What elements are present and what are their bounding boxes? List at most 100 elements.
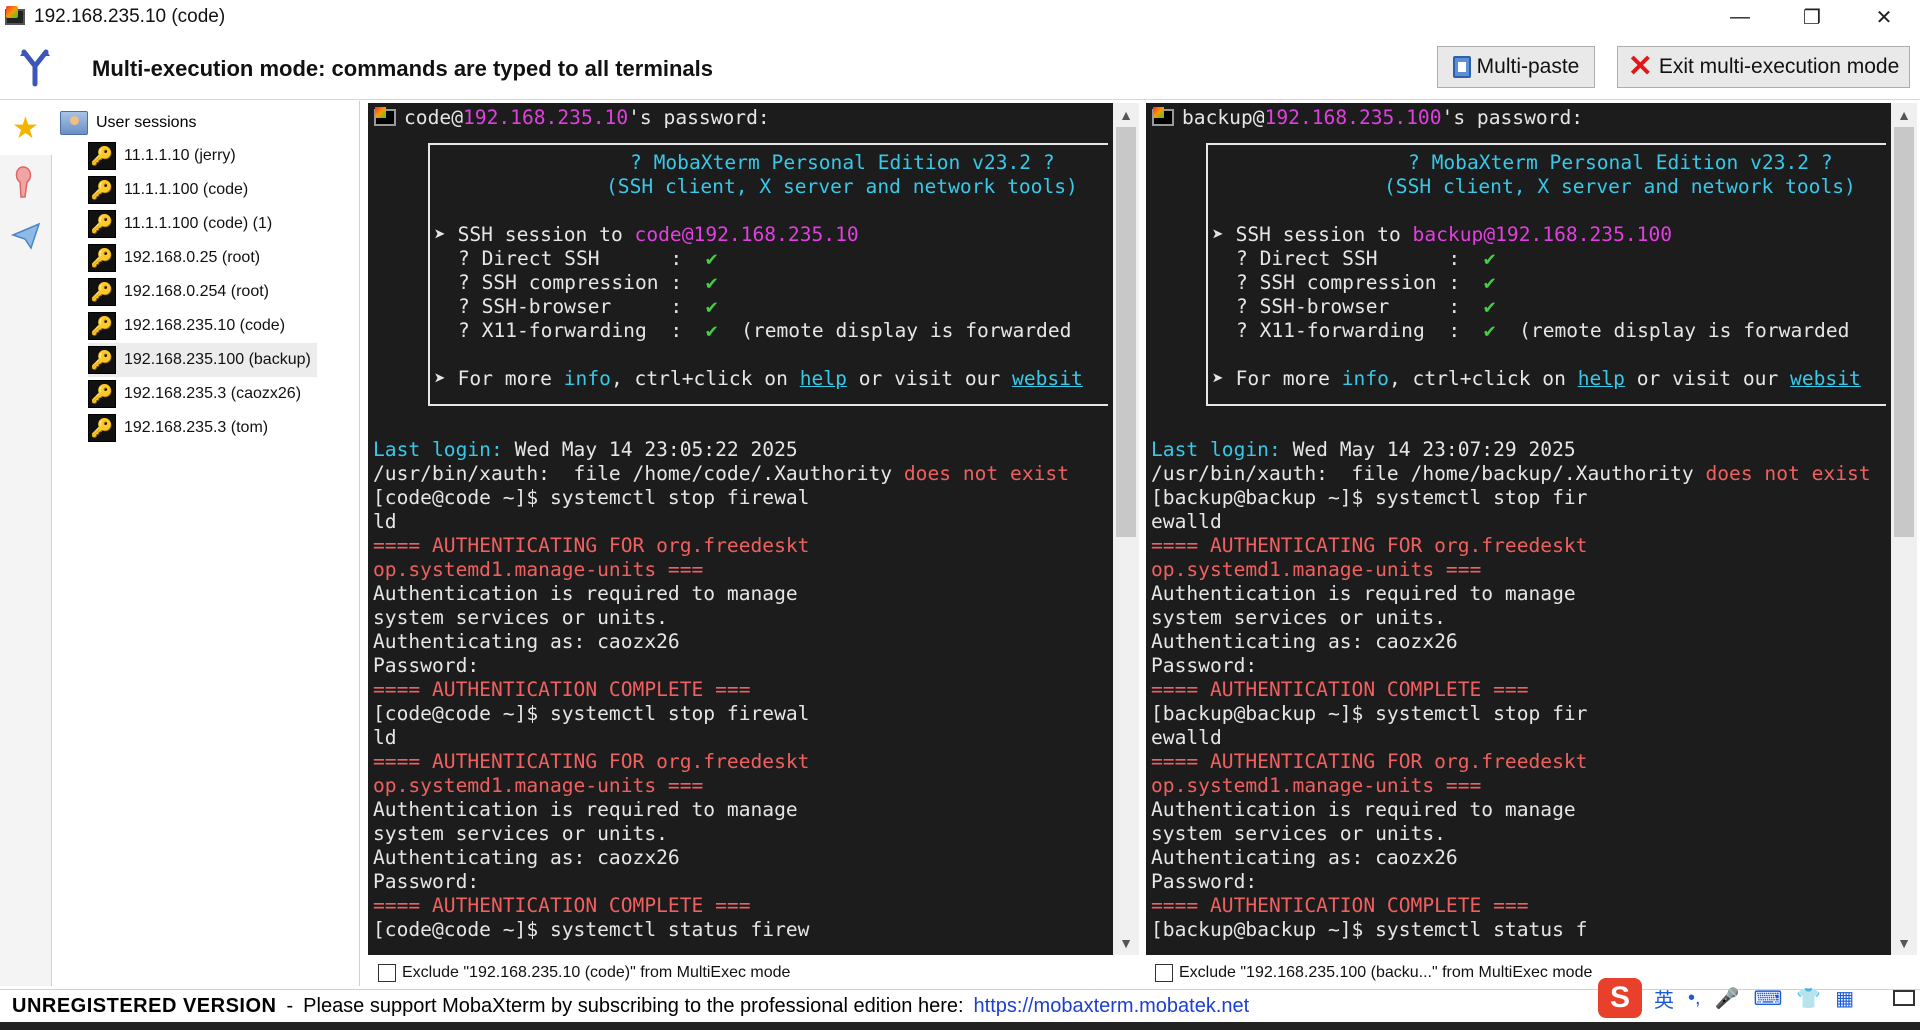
xauth-line: /usr/bin/xauth: file /home/backup/.Xauth… bbox=[1151, 462, 1871, 485]
session-item[interactable]: 🔑 192.168.0.254 (root) bbox=[88, 275, 317, 309]
multi-paste-button[interactable]: Multi-paste bbox=[1437, 46, 1595, 88]
window-title: 192.168.235.10 (code) bbox=[34, 6, 226, 27]
ssh-session-line: ➤ SSH session to code@192.168.235.10 bbox=[434, 223, 859, 246]
auth-line: op.systemd1.manage-units === bbox=[373, 558, 704, 581]
command-line: [code@code ~]$ systemctl status firew bbox=[373, 918, 810, 941]
scrollbar-thumb[interactable] bbox=[1116, 127, 1136, 537]
last-login-line: Last login: Wed May 14 23:05:22 2025 bbox=[373, 438, 798, 461]
terminal-left[interactable]: code@192.168.235.10's password: ? MobaXt… bbox=[368, 103, 1113, 955]
user-folder-icon bbox=[60, 111, 88, 135]
ssh-key-icon: 🔑 bbox=[88, 176, 116, 204]
ssh-key-icon: 🔑 bbox=[88, 244, 116, 272]
session-label: 11.1.1.100 (code) (1) bbox=[124, 215, 273, 232]
session-item[interactable]: 🔑 11.1.1.100 (code) (1) bbox=[88, 207, 317, 241]
monitor-icon[interactable] bbox=[1893, 990, 1915, 1006]
ime-language-toggle[interactable]: 英 bbox=[1654, 984, 1674, 1013]
skin-icon[interactable]: 👕 bbox=[1796, 986, 1821, 1011]
session-item[interactable]: 🔑 192.168.0.25 (root) bbox=[88, 241, 317, 275]
scroll-down-icon[interactable]: ▼ bbox=[1113, 931, 1139, 955]
compression-line: ? SSH compression : ✔ bbox=[1236, 271, 1496, 294]
user-sessions-label: User sessions bbox=[96, 114, 197, 131]
website-link[interactable]: websit bbox=[1790, 367, 1861, 390]
sogou-logo-icon[interactable]: S bbox=[1598, 978, 1642, 1018]
password-prompt-line: code@192.168.235.10's password: bbox=[368, 106, 1113, 130]
status-separator: - bbox=[286, 995, 294, 1017]
ssh-key-icon: 🔑 bbox=[88, 346, 116, 374]
minimize-button[interactable]: — bbox=[1704, 0, 1776, 34]
x11-line: ? X11-forwarding : ✔ (remote display is … bbox=[458, 319, 1072, 342]
terminal-left-scrollbar[interactable]: ▲ ▼ bbox=[1113, 103, 1139, 955]
more-info-line: ➤ For more info, ctrl+click on help or v… bbox=[1212, 367, 1861, 390]
title-bar: 192.168.235.10 (code) — ❐ ✕ bbox=[0, 0, 1920, 34]
auth-line: ==== AUTHENTICATING FOR org.freedeskt bbox=[1151, 534, 1588, 557]
multiexec-fork-icon bbox=[20, 49, 50, 87]
unregistered-label: UNREGISTERED VERSION bbox=[12, 995, 277, 1017]
xauth-line: /usr/bin/xauth: file /home/code/.Xauthor… bbox=[373, 462, 1070, 485]
session-label: 192.168.235.3 (tom) bbox=[124, 419, 269, 436]
auth-complete: ==== AUTHENTICATION COMPLETE === bbox=[1151, 678, 1529, 701]
window-controls: — ❐ ✕ bbox=[1704, 0, 1920, 34]
auth-message: Authentication is required to manage bbox=[1151, 798, 1576, 821]
auth-message: Authentication is required to manage bbox=[1151, 582, 1576, 605]
terminal-right[interactable]: backup@192.168.235.100's password: ? Mob… bbox=[1146, 103, 1891, 955]
session-item[interactable]: 🔑 192.168.235.3 (caozx26) bbox=[88, 377, 317, 411]
mobaxterm-icon bbox=[4, 6, 26, 28]
tools-tab[interactable] bbox=[0, 155, 52, 209]
ssh-key-icon: 🔑 bbox=[88, 278, 116, 306]
exclude-left-checkbox[interactable] bbox=[378, 964, 396, 982]
terminal-right-scrollbar[interactable]: ▲ ▼ bbox=[1891, 103, 1917, 955]
auth-message: system services or units. bbox=[373, 822, 668, 845]
session-label: 192.168.0.25 (root) bbox=[124, 249, 261, 266]
session-label: 11.1.1.10 (jerry) bbox=[124, 147, 236, 164]
scroll-up-icon[interactable]: ▲ bbox=[1891, 103, 1917, 127]
scrollbar-thumb[interactable] bbox=[1894, 127, 1914, 537]
multiexec-title: Multi-execution mode: commands are typed… bbox=[92, 56, 714, 81]
scroll-up-icon[interactable]: ▲ bbox=[1113, 103, 1139, 127]
session-item[interactable]: 🔑 192.168.235.10 (code) bbox=[88, 309, 317, 343]
auth-message: system services or units. bbox=[1151, 606, 1446, 629]
help-link[interactable]: help bbox=[1578, 367, 1625, 390]
ime-punctuation-icon[interactable]: •, bbox=[1688, 987, 1701, 1010]
exclude-right[interactable]: Exclude "192.168.235.100 (backu..." from… bbox=[1155, 960, 1592, 986]
auth-complete: ==== AUTHENTICATION COMPLETE === bbox=[373, 678, 751, 701]
star-icon: ★ bbox=[12, 111, 39, 145]
sessions-tab[interactable]: ★ bbox=[0, 101, 52, 155]
session-item-selected[interactable]: 🔑 192.168.235.100 (backup) bbox=[88, 343, 317, 377]
auth-line: ==== AUTHENTICATING FOR org.freedeskt bbox=[373, 534, 810, 557]
scroll-down-icon[interactable]: ▼ bbox=[1891, 931, 1917, 955]
password-line: Password: bbox=[373, 654, 480, 677]
exclude-left-label: Exclude "192.168.235.10 (code)" from Mul… bbox=[402, 964, 791, 981]
send-tab[interactable] bbox=[0, 209, 52, 263]
send-icon bbox=[11, 222, 41, 250]
banner-subtitle: (SSH client, X server and network tools) bbox=[1384, 175, 1856, 198]
keyboard-icon[interactable]: ⌨ bbox=[1753, 986, 1782, 1011]
help-link[interactable]: help bbox=[800, 367, 847, 390]
exit-multiexec-button[interactable]: ✕ Exit multi-execution mode bbox=[1617, 46, 1910, 88]
more-info-line: ➤ For more info, ctrl+click on help or v… bbox=[434, 367, 1083, 390]
browser-line: ? SSH-browser : ✔ bbox=[1236, 295, 1496, 318]
browser-line: ? SSH-browser : ✔ bbox=[458, 295, 718, 318]
auth-complete: ==== AUTHENTICATION COMPLETE === bbox=[373, 894, 751, 917]
microphone-icon[interactable]: 🎤 bbox=[1715, 986, 1740, 1011]
sessions-tree: User sessions 🔑 11.1.1.10 (jerry) 🔑 11.1.1… bbox=[52, 101, 360, 986]
exclude-left[interactable]: Exclude "192.168.235.10 (code)" from Mul… bbox=[378, 960, 790, 986]
mobaxterm-link[interactable]: https://mobaxterm.mobatek.net bbox=[974, 995, 1250, 1018]
ssh-key-icon: 🔑 bbox=[88, 312, 116, 340]
maximize-button[interactable]: ❐ bbox=[1776, 0, 1848, 34]
mobaxterm-icon bbox=[374, 107, 396, 127]
session-item[interactable]: 🔑 11.1.1.100 (code) bbox=[88, 173, 317, 207]
session-item[interactable]: 🔑 192.168.235.3 (tom) bbox=[88, 411, 317, 445]
auth-user: Authenticating as: caozx26 bbox=[1151, 846, 1458, 869]
website-link[interactable]: websit bbox=[1012, 367, 1083, 390]
user-sessions-folder[interactable]: User sessions bbox=[60, 111, 196, 135]
auth-user: Authenticating as: caozx26 bbox=[373, 846, 680, 869]
exclude-right-label: Exclude "192.168.235.100 (backu..." from… bbox=[1179, 964, 1593, 981]
banner-lines: ? MobaXterm Personal Edition v23.2 ? (SS… bbox=[434, 151, 1083, 391]
session-item[interactable]: 🔑 11.1.1.10 (jerry) bbox=[88, 139, 317, 173]
session-label: 192.168.235.3 (caozx26) bbox=[124, 385, 302, 402]
ssh-key-icon: 🔑 bbox=[88, 414, 116, 442]
close-button[interactable]: ✕ bbox=[1848, 0, 1920, 34]
banner-subtitle: (SSH client, X server and network tools) bbox=[606, 175, 1078, 198]
exclude-right-checkbox[interactable] bbox=[1155, 964, 1173, 982]
toolbox-grid-icon[interactable]: ▦ bbox=[1835, 986, 1854, 1011]
